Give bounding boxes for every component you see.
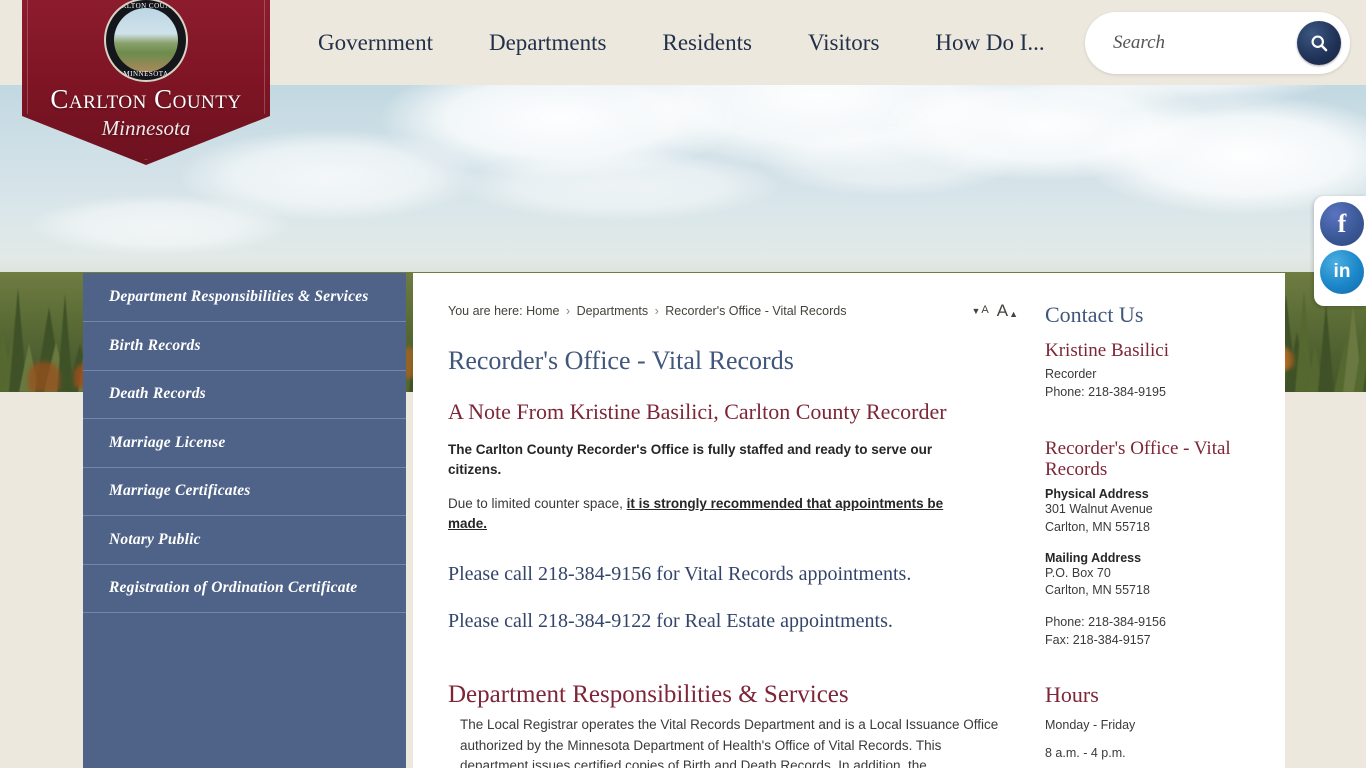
mailing-address-line2: Carlton, MN 55718 [1045, 583, 1150, 598]
sidebar-item-label: Marriage License [109, 433, 226, 451]
breadcrumb-prefix: You are here: [448, 303, 523, 318]
search-icon [1311, 35, 1328, 52]
section-sidebar-menu: Department Responsibilities & Services B… [83, 273, 406, 768]
font-size-decrease-label: A [981, 304, 989, 316]
call-real-estate: Please call 218-384-9122 for Real Estate… [448, 610, 893, 633]
page-title: Recorder's Office - Vital Records [448, 346, 794, 375]
contact-person-name[interactable]: Kristine Basilici [1045, 340, 1255, 362]
facebook-glyph: f [1337, 209, 1347, 238]
note-heading: A Note From Kristine Basilici, Carlton C… [448, 399, 947, 424]
breadcrumb-home[interactable]: Home [526, 304, 559, 318]
breadcrumb-separator: › [565, 303, 571, 318]
contact-person-role: Recorder [1045, 367, 1097, 381]
physical-address-line1: 301 Walnut Avenue [1045, 502, 1153, 517]
mailing-address-label: Mailing Address [1045, 550, 1142, 565]
social-media-rail: f in [1314, 196, 1366, 306]
triangle-up-icon: ▲ [1009, 309, 1018, 319]
seal-text-bottom: MINNESOTA [123, 70, 169, 78]
physical-address-line2: Carlton, MN 55718 [1045, 519, 1150, 534]
nav-item-residents[interactable]: Residents [634, 30, 779, 56]
font-size-controls: ▼ A A ▲ [971, 302, 1018, 319]
font-size-increase-label: A [996, 301, 1009, 320]
cloud [760, 125, 1020, 195]
call-vital-records: Please call 218-384-9156 for Vital Recor… [448, 563, 912, 586]
page-root: Government Departments Residents Visitor… [0, 0, 1366, 768]
seal-landscape [114, 8, 178, 72]
contact-office-title: Recorder's Office - Vital Records [1045, 437, 1231, 481]
appointments-text-pre: Due to limited counter space, [448, 496, 627, 512]
main-nav: Government Departments Residents Visitor… [290, 0, 1073, 85]
sidebar-item-label: Marriage Certificates [109, 482, 251, 500]
sidebar-item-marriage-license[interactable]: Marriage License [83, 419, 406, 468]
sidebar-item-label: Department Responsibilities & Services [109, 288, 369, 305]
breadcrumb-current[interactable]: Recorder's Office - Vital Records [665, 304, 846, 318]
nav-item-departments[interactable]: Departments [461, 30, 635, 56]
physical-address-label: Physical Address [1045, 487, 1149, 502]
sidebar-item-marriage-certificates[interactable]: Marriage Certificates [83, 468, 406, 516]
intro-paragraph: The Carlton County Recorder's Office is … [448, 442, 933, 477]
breadcrumb-row: You are here: Home › Departments › Recor… [448, 273, 1018, 319]
sidebar-item-registration-ordination[interactable]: Registration of Ordination Certificate [83, 565, 406, 613]
font-size-decrease-button[interactable]: ▼ A [971, 305, 988, 316]
contact-person-phone: Phone: 218-384-9195 [1045, 384, 1166, 399]
sidebar-item-birth-records[interactable]: Birth Records [83, 322, 406, 371]
office-phone: Phone: 218-384-9156 [1045, 615, 1166, 630]
linkedin-glyph: in [1333, 261, 1351, 282]
breadcrumb-separator: › [654, 303, 659, 318]
linkedin-icon[interactable]: in [1320, 250, 1364, 294]
county-seal-icon: CARLTON COUNTY MINNESOTA [104, 0, 188, 82]
mailing-address-line1: P.O. Box 70 [1045, 565, 1111, 580]
sidebar-item-death-records[interactable]: Death Records [83, 371, 406, 419]
search-button[interactable] [1297, 21, 1341, 65]
contact-column: Contact Us Kristine Basilici Recorder Ph… [1045, 302, 1255, 768]
font-size-increase-button[interactable]: A ▲ [997, 302, 1018, 319]
sidebar-item-label: Death Records [109, 385, 206, 403]
department-responsibilities-heading: Department Responsibilities & Services [448, 681, 849, 709]
nav-item-visitors[interactable]: Visitors [780, 30, 907, 56]
main-column: You are here: Home › Departments › Recor… [448, 273, 1018, 768]
contact-us-title: Contact Us [1045, 302, 1144, 327]
sidebar-item-label: Registration of Ordination Certificate [109, 579, 358, 597]
sidebar-item-label: Birth Records [109, 336, 201, 354]
sidebar-item-label: Notary Public [109, 530, 201, 548]
appointments-paragraph: Due to limited counter space, it is stro… [448, 494, 978, 533]
seal-text-top: CARLTON COUNTY [110, 2, 182, 10]
sidebar-item-notary-public[interactable]: Notary Public [83, 516, 406, 565]
search-box [1085, 12, 1350, 74]
hours-time: 8 a.m. - 4 p.m. [1045, 745, 1126, 760]
office-fax: Fax: 218-384-9157 [1045, 632, 1151, 647]
breadcrumb: You are here: Home › Departments › Recor… [448, 304, 846, 318]
sidebar-item-department-responsibilities[interactable]: Department Responsibilities & Services [83, 273, 406, 322]
nav-item-government[interactable]: Government [290, 30, 461, 56]
sidebar-filler [83, 613, 406, 662]
triangle-down-icon: ▼ [971, 306, 981, 316]
logo-title: Carlton County [50, 84, 242, 114]
breadcrumb-departments[interactable]: Departments [577, 304, 649, 318]
hours-days: Monday - Friday [1045, 717, 1136, 732]
nav-item-how-do-i[interactable]: How Do I... [907, 30, 1072, 56]
facebook-icon[interactable]: f [1320, 202, 1364, 246]
main-content-panel: You are here: Home › Departments › Recor… [413, 273, 1285, 768]
hours-title: Hours [1045, 681, 1099, 707]
search-input[interactable] [1113, 23, 1293, 63]
department-responsibilities-body: The Local Registrar operates the Vital R… [460, 717, 999, 768]
